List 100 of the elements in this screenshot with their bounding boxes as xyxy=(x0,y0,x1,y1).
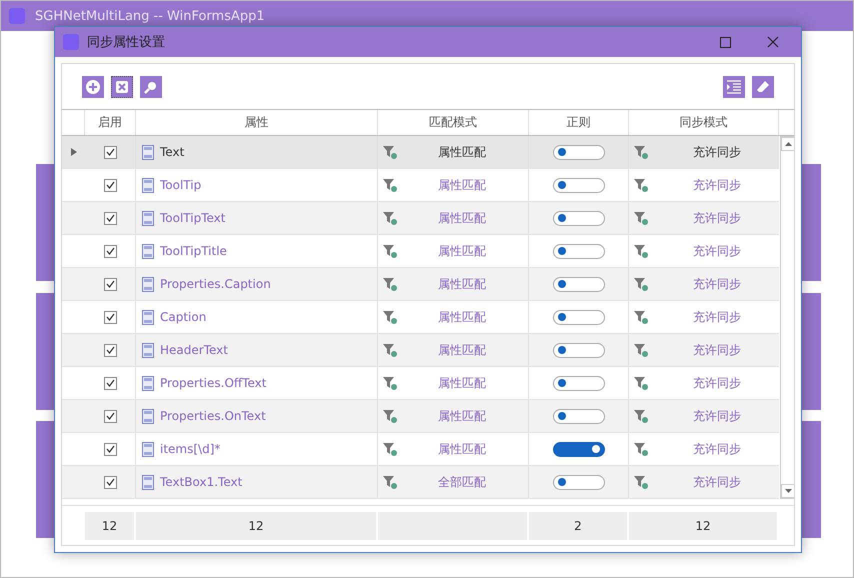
checkbox[interactable] xyxy=(104,178,116,192)
filter-icon[interactable] xyxy=(633,408,649,424)
filter-icon[interactable] xyxy=(382,408,398,424)
checkbox[interactable] xyxy=(104,146,116,158)
filter-icon[interactable] xyxy=(633,177,649,193)
filter-icon[interactable] xyxy=(382,177,398,193)
delete-button[interactable] xyxy=(111,76,133,98)
summary-cell: 12 xyxy=(85,512,134,540)
checkbox[interactable] xyxy=(104,310,116,324)
maximize-icon[interactable] xyxy=(720,36,730,48)
table-row[interactable]: TextBox1.Text 全部匹配 充许同步 xyxy=(62,466,779,499)
filter-icon[interactable] xyxy=(633,375,649,391)
filter-icon[interactable] xyxy=(633,474,649,490)
regex-toggle[interactable] xyxy=(552,310,604,324)
regex-toggle[interactable] xyxy=(552,376,604,390)
close-icon[interactable] xyxy=(767,36,779,48)
match-mode: 属性匹配 xyxy=(438,308,486,326)
sync-mode: 充许同步 xyxy=(693,144,741,160)
table-row[interactable]: ToolTip 属性匹配 充许同步 xyxy=(62,169,779,202)
checkbox[interactable] xyxy=(104,212,116,224)
table-row[interactable]: Properties.Caption 属性匹配 充许同步 xyxy=(62,268,779,301)
property-name: Properties.OffText xyxy=(160,376,266,390)
match-mode: 属性匹配 xyxy=(438,210,486,226)
match-mode: 属性匹配 xyxy=(438,374,486,392)
filter-icon[interactable] xyxy=(633,210,649,226)
field-icon xyxy=(142,474,154,490)
filter-icon[interactable] xyxy=(633,243,649,259)
column-header[interactable]: 启用 xyxy=(98,114,122,131)
table-row[interactable]: items[\d]* 属性匹配 充许同步 xyxy=(62,433,779,466)
property-name: HeaderText xyxy=(160,343,228,357)
table-row[interactable]: Text 属性匹配 充许同步 xyxy=(62,136,779,169)
property-name: ToolTip xyxy=(160,178,202,192)
scrollbar[interactable] xyxy=(780,136,794,499)
filter-icon[interactable] xyxy=(382,276,398,292)
dialog-title: 同步属性设置 xyxy=(87,34,166,51)
field-icon xyxy=(142,408,154,424)
sync-mode: 充许同步 xyxy=(693,276,741,292)
field-icon xyxy=(142,210,154,226)
checkbox[interactable] xyxy=(104,410,116,422)
filter-icon[interactable] xyxy=(382,309,398,325)
filter-icon[interactable] xyxy=(633,342,649,358)
filter-icon[interactable] xyxy=(382,144,398,160)
regex-toggle[interactable] xyxy=(552,408,604,424)
summary-cell: 2 xyxy=(529,512,627,540)
table-row[interactable]: Properties.OnText 属性匹配 充许同步 xyxy=(62,400,779,433)
regex-toggle[interactable] xyxy=(552,244,604,258)
property-name: items[\d]* xyxy=(160,442,220,456)
regex-toggle[interactable] xyxy=(552,210,604,226)
checkbox[interactable] xyxy=(104,376,116,390)
sync-mode: 充许同步 xyxy=(693,308,741,326)
filter-icon[interactable] xyxy=(633,144,649,160)
table-row[interactable]: Properties.OffText 属性匹配 充许同步 xyxy=(62,367,779,400)
column-header[interactable]: 匹配模式 xyxy=(429,114,477,131)
scroll-up-icon[interactable] xyxy=(781,137,794,151)
indent-icon[interactable] xyxy=(726,80,742,94)
filter-icon[interactable] xyxy=(382,243,398,259)
main-window-title: SGHNetMultiLang -- WinFormsApp1 xyxy=(35,8,265,24)
filter-icon[interactable] xyxy=(382,375,398,391)
sync-mode: 充许同步 xyxy=(693,408,741,424)
property-name: Properties.Caption xyxy=(160,277,271,291)
filter-icon[interactable] xyxy=(382,474,398,490)
match-mode: 属性匹配 xyxy=(438,342,486,358)
indent-button[interactable] xyxy=(723,76,745,98)
table-row[interactable]: Caption 属性匹配 充许同步 xyxy=(62,301,779,334)
cross-icon[interactable] xyxy=(115,80,129,94)
checkbox[interactable] xyxy=(104,278,116,290)
table-row[interactable]: HeaderText 属性匹配 充许同步 xyxy=(62,334,779,367)
match-mode: 属性匹配 xyxy=(438,144,486,160)
column-header[interactable]: 同步模式 xyxy=(680,114,728,131)
property-name: Caption xyxy=(160,310,206,324)
property-name: Properties.OnText xyxy=(160,409,266,423)
regex-toggle[interactable] xyxy=(552,144,604,160)
scroll-down-icon[interactable] xyxy=(781,484,794,498)
checkbox[interactable] xyxy=(104,442,116,456)
property-name: TextBox1.Text xyxy=(160,475,242,489)
filter-icon[interactable] xyxy=(633,276,649,292)
sync-mode: 充许同步 xyxy=(693,474,741,490)
filter-icon[interactable] xyxy=(382,210,398,226)
match-mode: 属性匹配 xyxy=(438,242,486,260)
regex-toggle[interactable] xyxy=(552,442,604,456)
checkbox[interactable] xyxy=(104,344,116,356)
filter-icon[interactable] xyxy=(633,309,649,325)
regex-toggle[interactable] xyxy=(552,178,604,192)
checkbox[interactable] xyxy=(104,244,116,258)
sync-mode: 充许同步 xyxy=(693,374,741,392)
filter-icon[interactable] xyxy=(633,441,649,457)
match-mode: 属性匹配 xyxy=(438,440,486,458)
regex-toggle[interactable] xyxy=(552,342,604,358)
column-header[interactable]: 正则 xyxy=(566,114,590,131)
column-header[interactable]: 属性 xyxy=(244,114,268,131)
regex-toggle[interactable] xyxy=(552,276,604,292)
table-row[interactable]: ToolTipTitle 属性匹配 充许同步 xyxy=(62,235,779,268)
filter-icon[interactable] xyxy=(382,441,398,457)
sync-mode: 充许同步 xyxy=(693,242,741,260)
regex-toggle[interactable] xyxy=(552,474,604,490)
filter-icon[interactable] xyxy=(382,342,398,358)
field-icon xyxy=(142,144,154,160)
app-logo-icon xyxy=(63,34,79,50)
checkbox[interactable] xyxy=(104,476,116,488)
table-row[interactable]: ToolTipText 属性匹配 充许同步 xyxy=(62,202,779,235)
